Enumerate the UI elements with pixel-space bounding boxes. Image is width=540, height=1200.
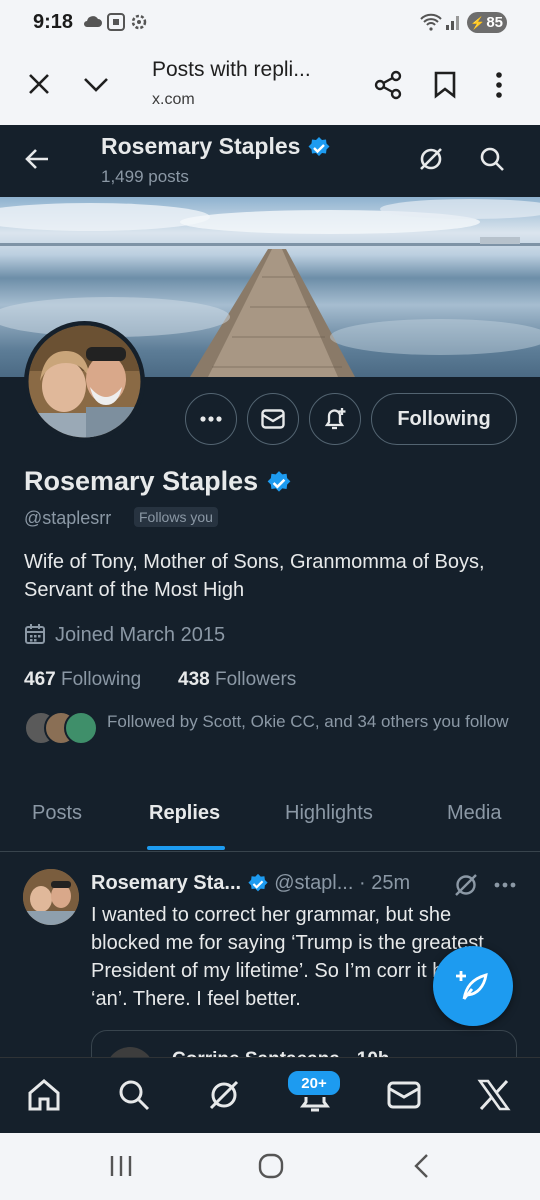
back-chevron-icon[interactable]	[412, 1153, 430, 1179]
battery-indicator: ⚡ 85	[467, 12, 507, 33]
more-horizontal-icon	[200, 416, 222, 422]
cloud-icon	[84, 16, 102, 27]
bookmark-icon[interactable]	[433, 71, 457, 99]
signal-icon	[446, 16, 459, 30]
system-navigation	[0, 1133, 540, 1200]
compose-post-button[interactable]	[433, 946, 513, 1026]
recent-apps-icon[interactable]	[109, 1155, 133, 1177]
compose-feather-icon	[456, 971, 488, 1000]
tweet-author-name[interactable]: Rosemary Sta...	[91, 872, 241, 894]
calendar-icon	[25, 624, 45, 644]
following-stat[interactable]: 467 Following	[24, 669, 141, 691]
tabs-divider	[0, 851, 540, 852]
back-arrow-icon[interactable]	[24, 148, 50, 170]
search-icon[interactable]	[117, 1078, 151, 1112]
page-title: Posts with repli...	[152, 58, 311, 81]
quoted-avatar	[106, 1047, 154, 1057]
following-count: 467	[24, 669, 56, 690]
search-icon[interactable]	[479, 146, 505, 172]
more-options-button[interactable]	[185, 393, 237, 445]
tweet-time: · 25m	[358, 872, 411, 894]
x-profile-page: Rosemary Staples 1,499 posts Following R…	[0, 125, 540, 1057]
home-icon[interactable]	[27, 1078, 61, 1112]
home-button-icon[interactable]	[258, 1153, 284, 1179]
quoted-post-card[interactable]: Corrine Santaeana · 10h	[91, 1030, 517, 1057]
notify-button[interactable]	[309, 393, 361, 445]
x-logo-icon[interactable]	[477, 1079, 511, 1111]
followers-stat[interactable]: 438 Followers	[178, 669, 296, 691]
tab-replies[interactable]: Replies	[149, 802, 220, 825]
bottom-navigation: 20+	[0, 1057, 540, 1134]
status-bar: 9:18 ⚡ 85	[0, 0, 540, 46]
header-post-count: 1,499 posts	[101, 167, 189, 186]
close-icon[interactable]	[27, 72, 51, 96]
browser-toolbar: Posts with repli... x.com	[0, 46, 540, 125]
followed-by-avatars[interactable]	[24, 711, 98, 745]
wifi-icon	[420, 13, 442, 31]
tab-media[interactable]: Media	[447, 802, 501, 825]
grok-icon[interactable]	[207, 1078, 241, 1112]
tweet-avatar-image	[23, 869, 79, 925]
verified-badge-icon	[267, 470, 291, 492]
profile-handle: @staplesrr	[24, 508, 112, 528]
tweet-avatar[interactable]	[23, 869, 79, 925]
screenshot-icon	[107, 13, 125, 31]
messages-envelope-icon[interactable]	[387, 1080, 421, 1110]
message-button[interactable]	[247, 393, 299, 445]
followers-count: 438	[178, 669, 210, 690]
envelope-icon	[261, 409, 285, 429]
grok-icon[interactable]	[453, 872, 479, 898]
page-url: x.com	[152, 91, 195, 108]
header-name-row: Rosemary Staples	[101, 133, 331, 160]
followers-label: Followers	[214, 669, 297, 690]
verified-badge-icon	[248, 873, 268, 892]
tab-posts[interactable]: Posts	[32, 802, 82, 825]
joined-date: Joined March 2015	[55, 624, 226, 646]
tweet-author-handle[interactable]: @stapl...	[274, 872, 353, 894]
tweet-header: Rosemary Sta... @stapl... · 25m	[91, 872, 410, 895]
grok-icon[interactable]	[417, 145, 445, 173]
following-button[interactable]: Following	[371, 393, 517, 445]
active-tab-indicator	[147, 846, 225, 850]
follower-avatar	[64, 711, 98, 745]
profile-name: Rosemary Staples	[24, 466, 259, 496]
following-label: Following	[60, 669, 142, 690]
verified-badge-icon	[308, 136, 330, 156]
share-icon[interactable]	[373, 70, 403, 100]
avatar-image	[28, 325, 141, 438]
tab-highlights[interactable]: Highlights	[285, 802, 373, 825]
bell-plus-icon	[324, 408, 346, 430]
profile-bio: Wife of Tony, Mother of Sons, Granmomma …	[24, 551, 485, 601]
followed-by-text[interactable]: Followed by Scott, Okie CC, and 34 other…	[107, 710, 517, 733]
notifications-badge: 20+	[286, 1069, 342, 1097]
battery-level: 85	[486, 14, 503, 31]
header-name: Rosemary Staples	[101, 133, 301, 159]
settings-gear-icon	[131, 14, 147, 30]
chevron-down-icon[interactable]	[82, 74, 110, 94]
follows-you-badge: Follows you	[134, 507, 218, 527]
more-vert-icon[interactable]	[494, 71, 504, 99]
status-time: 9:18	[33, 11, 74, 33]
profile-name-row: Rosemary Staples	[24, 466, 292, 497]
profile-avatar[interactable]	[24, 321, 145, 442]
quoted-post-header: Corrine Santaeana · 10h	[172, 1049, 390, 1057]
tweet-more-icon[interactable]	[494, 882, 516, 888]
